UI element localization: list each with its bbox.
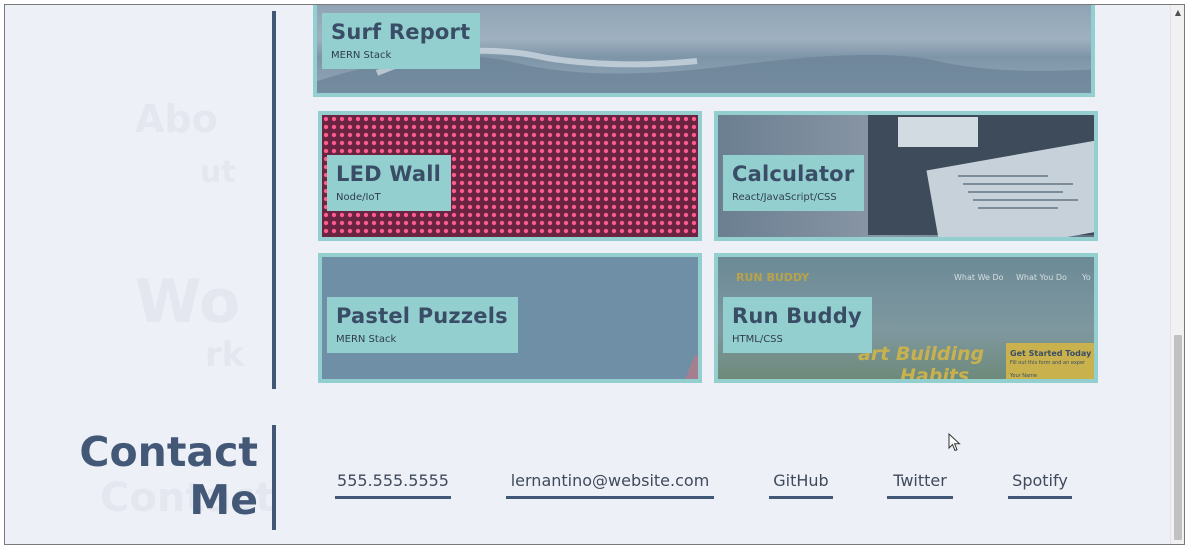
run-buddy-brand: RUN BUDDY xyxy=(736,271,810,284)
ghost-decoration-2: ut xyxy=(200,155,236,190)
project-card-pastel-puzzels[interactable]: Pastel Puzzels MERN Stack xyxy=(318,253,702,383)
project-title: Pastel Puzzels xyxy=(336,304,508,328)
contact-link-github[interactable]: GitHub xyxy=(769,471,833,499)
project-card-calculator[interactable]: Calculator React/JavaScript/CSS xyxy=(714,111,1098,241)
run-buddy-nav-1: What We Do xyxy=(954,273,1004,282)
vertical-scrollbar[interactable]: ▲ xyxy=(1170,5,1184,544)
project-tech: MERN Stack xyxy=(336,334,397,345)
project-title: Surf Report xyxy=(331,20,471,44)
run-buddy-nav-3: Yo xyxy=(1082,273,1091,282)
ghost-decoration-4: rk xyxy=(205,335,245,375)
project-tech: HTML/CSS xyxy=(732,334,783,345)
project-label: Run Buddy HTML/CSS xyxy=(723,297,872,353)
scroll-up-arrow-icon[interactable]: ▲ xyxy=(1171,7,1184,19)
contact-heading-line1: Contact xyxy=(79,428,258,476)
project-label: Calculator React/JavaScript/CSS xyxy=(723,155,865,211)
project-card-led-wall[interactable]: LED Wall Node/IoT xyxy=(318,111,702,241)
contact-link-twitter[interactable]: Twitter xyxy=(887,471,953,499)
run-buddy-cta-sub: Fill out this form and an exper xyxy=(1010,360,1086,366)
ghost-decoration-3: Wo xyxy=(135,267,241,337)
run-buddy-tagline-2: Habits xyxy=(900,365,970,383)
contact-link-spotify[interactable]: Spotify xyxy=(1008,471,1072,499)
project-tech: Node/IoT xyxy=(336,192,381,203)
scrollbar-thumb[interactable] xyxy=(1174,335,1182,540)
project-title: Run Buddy xyxy=(732,304,862,328)
mouse-cursor-icon xyxy=(948,433,961,452)
contact-heading: Contact Me xyxy=(79,428,258,524)
project-label: Surf Report MERN Stack xyxy=(322,13,481,69)
contact-section-divider xyxy=(272,425,276,530)
project-tech: React/JavaScript/CSS xyxy=(732,192,837,203)
project-label: LED Wall Node/IoT xyxy=(327,155,452,211)
project-card-surf-report[interactable]: Surf Report MERN Stack xyxy=(313,5,1095,97)
ghost-decoration-1: Abo xyxy=(135,97,218,141)
run-buddy-cta-title: Get Started Today xyxy=(1010,349,1092,358)
browser-viewport: Abo ut Wo rk Surf Report MERN Stack LED … xyxy=(4,4,1185,545)
contact-link-email[interactable]: lernantino@website.com xyxy=(506,471,714,499)
run-buddy-cta-field: Your Name xyxy=(1010,373,1038,379)
contact-link-phone[interactable]: 555.555.5555 xyxy=(335,471,451,499)
run-buddy-cta-box: Get Started Today Fill out this form and… xyxy=(1006,343,1094,379)
project-tech: MERN Stack xyxy=(331,50,392,61)
project-label: Pastel Puzzels MERN Stack xyxy=(327,297,518,353)
contact-heading-line2: Me xyxy=(189,476,258,524)
project-title: Calculator xyxy=(732,162,855,186)
run-buddy-nav-2: What You Do xyxy=(1016,273,1067,282)
project-title: LED Wall xyxy=(336,162,442,186)
run-buddy-tagline-1: art Building xyxy=(858,343,985,365)
work-section-divider xyxy=(272,11,276,389)
project-card-run-buddy[interactable]: RUN BUDDY What We Do What You Do Yo art … xyxy=(714,253,1098,383)
